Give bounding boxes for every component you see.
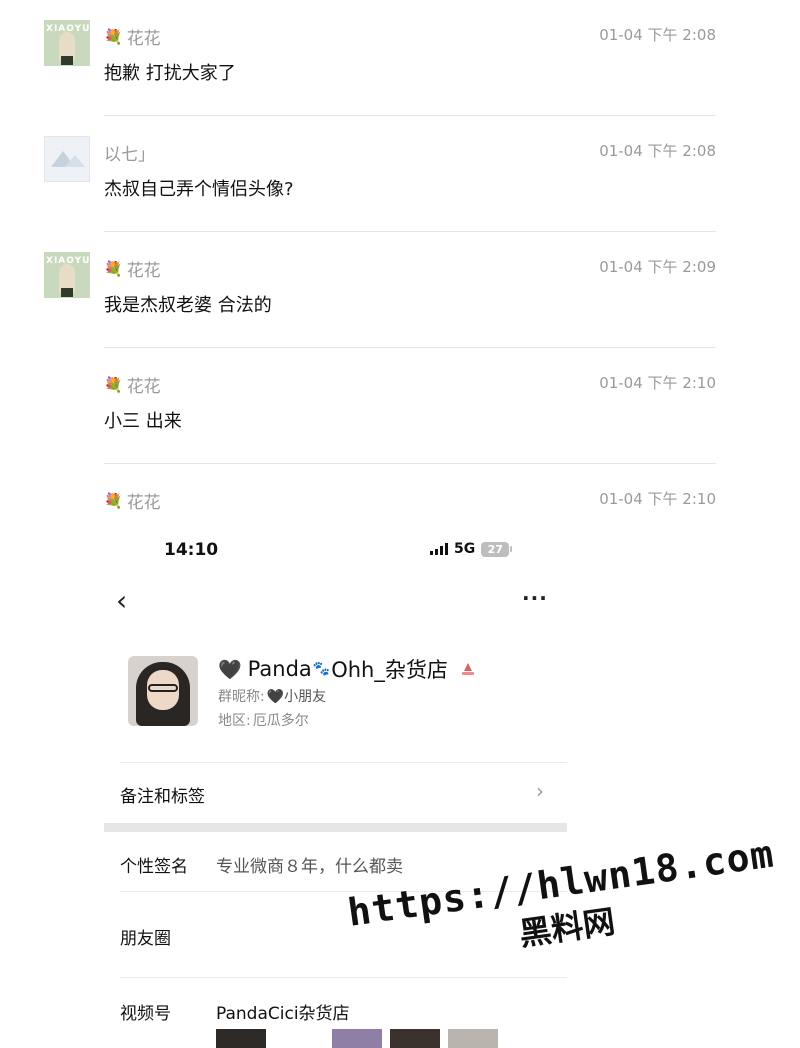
flower-icon: 💐 — [104, 259, 123, 278]
group-nickname-value: 🖤小朋友 — [266, 689, 327, 705]
remarks-and-tags-label: 备注和标签 — [120, 787, 205, 807]
paw-icon: 🐾 — [312, 661, 331, 677]
message-timestamp: 01-04 下午 2:10 — [599, 490, 716, 508]
thumbnail[interactable] — [448, 1029, 498, 1048]
flower-icon: 💐 — [104, 375, 123, 394]
message-text: 我是杰叔老婆 合法的 — [104, 295, 272, 316]
battery-level: 27 — [481, 541, 510, 557]
channels-value: PandaCici杂货店 — [216, 1004, 350, 1024]
profile-name: 🖤 Panda 🐾 Ohh_杂货店 — [218, 654, 476, 684]
moments-label: 朋友圈 — [120, 929, 171, 949]
profile-name-part: Ohh_杂货店 — [331, 658, 448, 682]
heart-icon: 🖤 — [218, 658, 242, 681]
placeholder-mountain-icon — [65, 155, 85, 167]
status-icon — [461, 663, 474, 675]
chat-message: XIAOYU 💐 花花 01-04 下午 2:08 抱歉 打扰大家了 — [0, 0, 800, 116]
thumbnail[interactable] — [274, 1029, 324, 1048]
battery-icon: 27 — [481, 541, 513, 557]
sender-name[interactable]: 💐 花花 — [104, 256, 161, 282]
flower-icon: 💐 — [104, 27, 123, 46]
group-nickname-label: 群昵称: — [218, 689, 265, 705]
signal-icon — [430, 543, 448, 555]
chat-message: 以七」 01-04 下午 2:08 杰叔自己弄个情侣头像? — [0, 116, 800, 232]
signature-label: 个性签名 — [120, 857, 188, 877]
avatar[interactable]: XIAOYU — [44, 20, 90, 66]
region-label: 地区: — [218, 713, 251, 729]
chevron-right-icon: › — [536, 779, 544, 803]
profile-name-part: Panda — [247, 657, 312, 681]
thumbnail[interactable] — [390, 1029, 440, 1048]
message-timestamp: 01-04 下午 2:08 — [599, 26, 716, 44]
status-time: 14:10 — [164, 540, 219, 560]
sender-name[interactable]: 💐 花花 — [104, 24, 161, 50]
sender-name-text: 以七」 — [104, 145, 155, 165]
message-timestamp: 01-04 下午 2:08 — [599, 142, 716, 160]
avatar[interactable]: XIAOYU — [44, 252, 90, 298]
thumbnail[interactable] — [332, 1029, 382, 1048]
row-divider — [120, 977, 567, 978]
flower-icon: 💐 — [104, 491, 123, 510]
profile-screenshot: 14:10 5G 27 ‹ ··· 🖤 Panda 🐾 Ohh_杂货店 群昵称:… — [104, 524, 567, 1048]
avatar-figure-legs — [61, 56, 73, 65]
region-value: 厄瓜多尔 — [252, 713, 309, 729]
remarks-and-tags-row[interactable]: 备注和标签 › — [104, 762, 567, 823]
sender-name-text: 花花 — [126, 29, 161, 49]
chat-message: 💐 花花 01-04 下午 2:10 小三 出来 — [0, 348, 800, 464]
message-timestamp: 01-04 下午 2:09 — [599, 258, 716, 276]
signature-value: 专业微商８年，什么都卖 — [216, 857, 403, 877]
back-chevron-icon[interactable]: ‹ — [116, 586, 140, 616]
region: 地区: 厄瓜多尔 — [218, 710, 309, 730]
group-nickname: 群昵称: 🖤小朋友 — [218, 686, 326, 706]
sender-name-text: 花花 — [126, 493, 161, 513]
avatar-figure-legs — [61, 288, 73, 297]
section-separator — [104, 823, 567, 832]
message-text: 抱歉 打扰大家了 — [104, 63, 236, 84]
network-type: 5G — [454, 541, 476, 557]
sender-name[interactable]: 以七」 — [104, 140, 155, 165]
thumbnail[interactable] — [216, 1029, 266, 1048]
message-timestamp: 01-04 下午 2:10 — [599, 374, 716, 392]
status-bar: 14:10 5G 27 — [104, 524, 567, 574]
sender-name[interactable]: 💐 花花 — [104, 372, 161, 398]
sender-name-text: 花花 — [126, 377, 161, 397]
channels-thumbnails[interactable] — [216, 1029, 498, 1048]
sender-name[interactable]: 💐 花花 — [104, 488, 161, 514]
message-text: 杰叔自己弄个情侣头像? — [104, 179, 294, 200]
message-text: 小三 出来 — [104, 411, 182, 432]
status-indicators: 5G 27 — [430, 541, 513, 557]
sender-name-text: 花花 — [126, 261, 161, 281]
row-divider — [120, 762, 567, 763]
channels-label: 视频号 — [120, 1004, 171, 1024]
profile-avatar[interactable] — [128, 656, 198, 726]
more-options-icon[interactable]: ··· — [522, 586, 548, 610]
avatar[interactable] — [44, 136, 90, 182]
chat-message: XIAOYU 💐 花花 01-04 下午 2:09 我是杰叔老婆 合法的 — [0, 232, 800, 348]
